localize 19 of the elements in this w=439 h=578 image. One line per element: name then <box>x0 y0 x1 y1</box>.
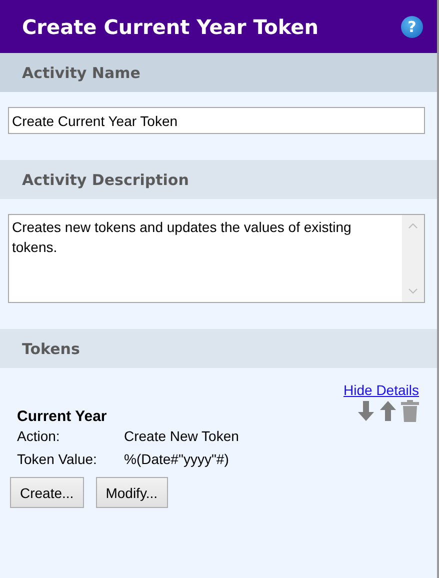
scroll-up-icon[interactable] <box>408 223 418 229</box>
down-arrow-icon[interactable] <box>357 400 375 422</box>
section-title: Activity Name <box>22 64 140 82</box>
create-button[interactable]: Create... <box>10 477 84 508</box>
hide-details-link[interactable]: Hide Details <box>344 382 419 398</box>
trash-icon[interactable] <box>401 400 419 422</box>
description-field[interactable]: Creates new tokens and updates the values of existing tokens. <box>8 214 425 303</box>
detail-label: Action: <box>17 427 61 446</box>
modify-button[interactable]: Modify... <box>96 477 168 508</box>
name-field[interactable]: Create Current Year Token <box>8 107 425 134</box>
detail-value: Create New Token <box>124 427 240 446</box>
up-arrow-icon[interactable] <box>379 400 397 422</box>
token-name: Current Year <box>17 408 107 425</box>
detail-label: Token Value: <box>17 450 98 469</box>
scroll-down-icon[interactable] <box>408 288 418 294</box>
section-title: Activity Description <box>22 170 189 188</box>
panel-title: Create Current Year Token <box>22 14 318 38</box>
section-title: Tokens <box>22 340 80 358</box>
detail-value: %(Date#"yyyy"#) <box>124 450 230 469</box>
